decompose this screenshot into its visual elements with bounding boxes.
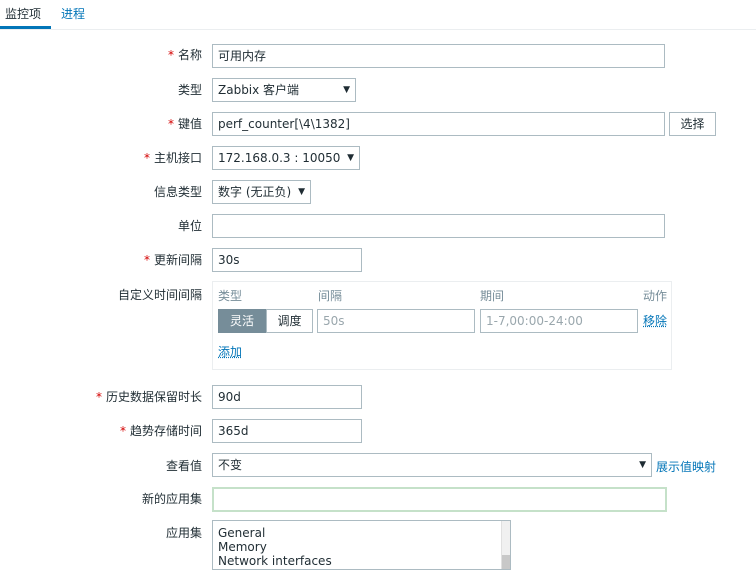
tab-process[interactable]: 进程 [61,6,85,22]
dropdown-arrow-icon: ▼ [298,187,305,197]
units-label: 单位 [177,219,202,233]
history-label: * 历史数据保留时长 [95,390,202,404]
custom-intervals-label: 自定义时间间隔 [117,288,202,302]
info-type-select[interactable]: 数字 (无正负) ▼ [212,180,311,204]
required-marker: * [95,390,102,404]
name-input[interactable]: 可用内存 [212,44,665,68]
key-label: * 键值 [167,117,202,131]
tab-item[interactable]: 监控项 [5,6,41,22]
units-input[interactable] [212,214,665,238]
show-value-label: 查看值 [165,459,202,473]
trends-input[interactable]: 365d [212,419,362,443]
required-marker: * [167,48,174,62]
tab-bar [0,0,756,30]
header-period: 期间 [480,289,505,303]
required-marker: * [143,253,150,267]
dropdown-arrow-icon: ▼ [639,460,646,470]
update-interval-input[interactable]: 30s [212,248,362,272]
scheduling-toggle-button[interactable]: 调度 [266,309,313,333]
host-interface-select[interactable]: 172.168.0.3 : 10050 ▼ [212,146,360,170]
list-item[interactable]: General [218,526,265,540]
host-interface-label: * 主机接口 [143,151,202,165]
dropdown-arrow-icon: ▼ [343,85,350,95]
trends-label: * 趋势存储时间 [119,424,202,438]
dropdown-arrow-icon: ▼ [347,153,354,163]
tab-active-indicator [0,26,51,29]
type-select[interactable]: Zabbix 客户端 ▼ [212,78,356,102]
interval-input[interactable]: 50s [317,309,475,333]
select-key-button[interactable]: 选择 [669,112,716,136]
flexible-toggle-button[interactable]: 灵活 [218,309,266,333]
add-interval-link[interactable]: 添加 [218,344,242,360]
type-label: 类型 [177,83,202,97]
remove-interval-link[interactable]: 移除 [643,313,667,329]
required-marker: * [167,117,174,131]
key-input[interactable]: perf_counter[\4\1382] [212,112,665,136]
header-type: 类型 [218,289,243,303]
info-type-label: 信息类型 [153,185,202,199]
update-interval-label: * 更新间隔 [143,253,202,267]
scrollbar-thumb[interactable] [502,555,510,569]
list-item[interactable]: Memory [218,540,267,554]
show-value-mapping-link[interactable]: 展示值映射 [656,459,716,475]
new-application-input[interactable] [212,487,667,512]
header-interval: 间隔 [318,289,343,303]
name-label: * 名称 [167,48,202,62]
new-application-label: 新的应用集 [141,492,202,506]
show-value-select[interactable]: 不变 ▼ [212,453,652,477]
history-input[interactable]: 90d [212,385,362,409]
header-action: 动作 [643,289,668,303]
required-marker: * [119,424,126,438]
period-input[interactable]: 1-7,00:00-24:00 [480,309,638,333]
applications-label: 应用集 [165,526,202,540]
applications-listbox[interactable]: General Memory Network interfaces [212,520,511,570]
required-marker: * [143,151,150,165]
